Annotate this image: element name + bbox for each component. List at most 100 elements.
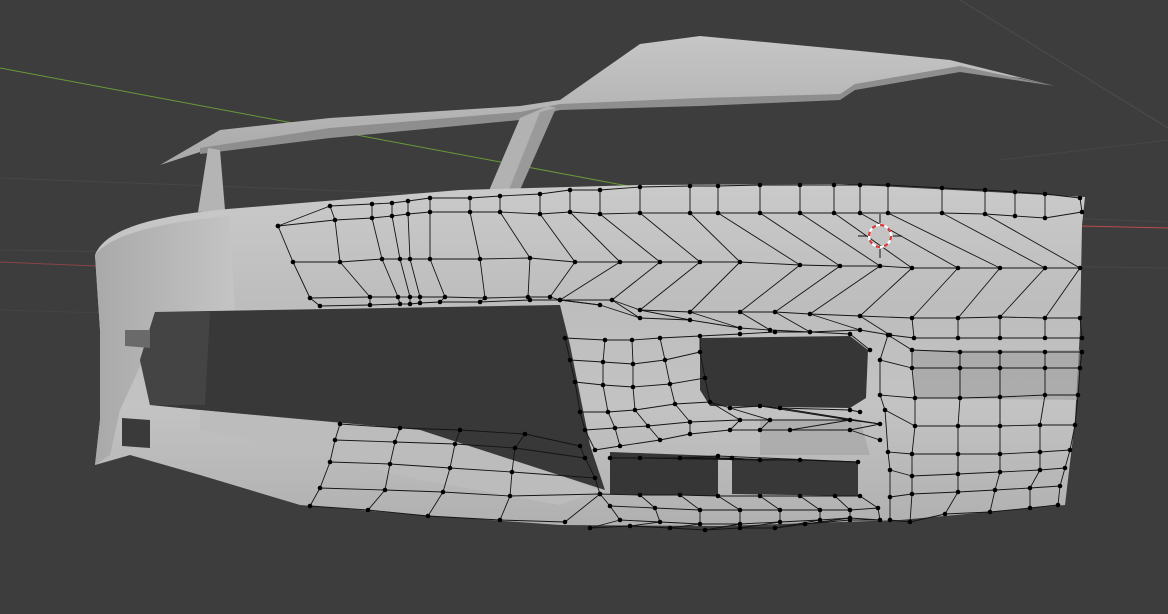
mesh-vertex[interactable] [832,493,838,499]
mesh-vertex[interactable] [577,443,583,449]
mesh-vertex[interactable] [997,423,1003,429]
mesh-vertex[interactable] [597,211,603,217]
mesh-vertex[interactable] [587,525,593,531]
mesh-vertex[interactable] [629,337,635,343]
mesh-vertex[interactable] [737,259,743,265]
mesh-vertex[interactable] [397,256,403,262]
mesh-vertex[interactable] [275,223,281,229]
mesh-vertex[interactable] [857,327,863,333]
mesh-vertex[interactable] [1027,505,1033,511]
mesh-vertex[interactable] [612,425,618,431]
mesh-vertex[interactable] [677,492,683,498]
mesh-vertex[interactable] [562,519,568,525]
mesh-vertex[interactable] [737,331,743,337]
mesh-vertex[interactable] [877,392,883,398]
mesh-vertex[interactable] [702,527,708,533]
mesh-vertex[interactable] [557,297,563,303]
mesh-vertex[interactable] [617,517,623,523]
3d-viewport[interactable] [0,0,1168,614]
mesh-vertex[interactable] [955,335,961,341]
mesh-vertex[interactable] [600,359,606,365]
mesh-vertex[interactable] [687,210,693,216]
mesh-vertex[interactable] [609,297,615,303]
mesh-vertex[interactable] [1077,195,1083,201]
mesh-vertex[interactable] [667,381,673,387]
mesh-vertex[interactable] [477,256,483,262]
mesh-vertex[interactable] [1042,265,1048,271]
mesh-vertex[interactable] [1055,502,1061,508]
mesh-vertex[interactable] [1067,447,1073,453]
mesh-vertex[interactable] [592,475,598,481]
mesh-vertex[interactable] [997,451,1003,457]
mesh-vertex[interactable] [837,263,843,269]
mesh-vertex[interactable] [727,427,733,433]
mesh-vertex[interactable] [387,461,393,467]
mesh-vertex[interactable] [831,182,837,188]
mesh-vertex[interactable] [617,443,623,449]
mesh-vertex[interactable] [757,210,763,216]
mesh-vertex[interactable] [405,211,411,217]
mesh-vertex[interactable] [522,431,528,437]
mesh-vertex[interactable] [442,294,448,300]
mesh-vertex[interactable] [767,327,773,333]
mesh-vertex[interactable] [697,521,703,527]
mesh-vertex[interactable] [389,213,395,219]
mesh-vertex[interactable] [537,191,543,197]
mesh-vertex[interactable] [885,449,891,455]
mesh-vertex[interactable] [877,357,883,363]
mesh-vertex[interactable] [630,361,636,367]
mesh-vertex[interactable] [1079,209,1085,215]
mesh-vertex[interactable] [572,379,578,385]
mesh-vertex[interactable] [379,256,385,262]
mesh-vertex[interactable] [425,513,431,519]
mesh-vertex[interactable] [1012,189,1018,195]
mesh-vertex[interactable] [857,409,863,415]
mesh-vertex[interactable] [909,265,915,271]
mesh-vertex[interactable] [527,297,533,303]
mesh-vertex[interactable] [367,294,373,300]
mesh-vertex[interactable] [997,265,1003,271]
mesh-vertex[interactable] [597,302,603,308]
mesh-vertex[interactable] [582,427,588,433]
mesh-vertex[interactable] [427,209,433,215]
mesh-vertex[interactable] [737,309,743,315]
mesh-vertex[interactable] [847,427,853,433]
mesh-vertex[interactable] [1042,335,1048,341]
mesh-vertex[interactable] [407,301,413,307]
mesh-vertex[interactable] [332,217,338,223]
mesh-vertex[interactable] [1042,215,1048,221]
mesh-vertex[interactable] [955,471,961,477]
mesh-vertex[interactable] [877,437,883,443]
mesh-vertex[interactable] [605,409,611,415]
mesh-vertex[interactable] [687,183,693,189]
mesh-vertex[interactable] [955,489,961,495]
mesh-vertex[interactable] [807,329,813,335]
mesh-vertex[interactable] [697,333,703,339]
mesh-vertex[interactable] [997,469,1003,475]
mesh-vertex[interactable] [877,263,883,269]
mesh-vertex[interactable] [715,493,721,499]
mesh-vertex[interactable] [1062,465,1068,471]
mesh-vertex[interactable] [957,365,963,371]
mesh-vertex[interactable] [687,431,693,437]
mesh-vertex[interactable] [992,487,998,493]
mesh-vertex[interactable] [602,337,608,343]
mesh-vertex[interactable] [767,417,773,423]
mesh-vertex[interactable] [317,485,323,491]
mesh-vertex[interactable] [1042,191,1048,197]
mesh-vertex[interactable] [882,407,888,413]
mesh-vertex[interactable] [909,491,915,497]
mesh-vertex[interactable] [367,302,373,308]
mesh-vertex[interactable] [757,493,763,499]
mesh-vertex[interactable] [597,187,603,193]
mesh-vertex[interactable] [787,427,793,433]
mesh-vertex[interactable] [857,493,863,499]
mesh-vertex[interactable] [847,331,853,337]
mesh-vertex[interactable] [1012,213,1018,219]
mesh-vertex[interactable] [365,507,371,513]
mesh-vertex[interactable] [1042,315,1048,321]
mesh-vertex[interactable] [957,395,963,401]
mesh-vertex[interactable] [1057,483,1063,489]
mesh-vertex[interactable] [857,313,863,319]
mesh-vertex[interactable] [577,409,583,415]
